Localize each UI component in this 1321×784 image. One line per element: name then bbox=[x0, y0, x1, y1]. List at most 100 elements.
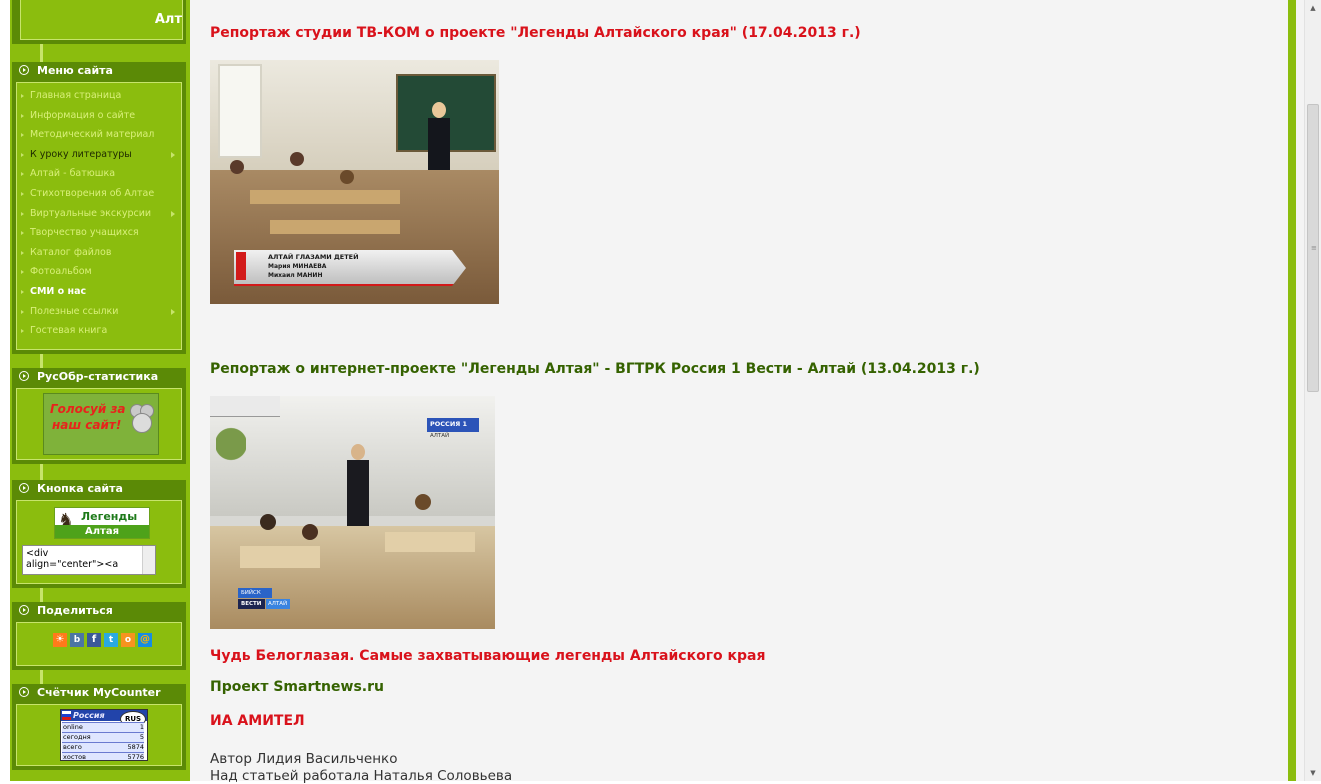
header-title-block: Алт bbox=[12, 0, 186, 44]
site-menu-list: Главная страница Информация о сайте Методи… bbox=[16, 82, 182, 350]
tv-channel-logo bbox=[236, 252, 246, 280]
channel-logo-text: РОССИЯ 1 bbox=[430, 420, 468, 428]
rusobr-header: РусОбр-статистика bbox=[12, 368, 186, 386]
menu-item[interactable]: Гостевая книга bbox=[17, 321, 181, 341]
rusobr-block: РусОбр-статистика Голосуй за наш сайт! bbox=[12, 368, 186, 464]
report2-link[interactable]: Репортаж о интернет-проекте "Легенды Алт… bbox=[210, 361, 980, 377]
counter-body: Россия RUS online 1 сегодня 5 всего 5874 хосто… bbox=[16, 704, 182, 766]
menu-item[interactable]: Главная страница bbox=[17, 86, 181, 106]
twitter-icon[interactable]: t bbox=[104, 633, 118, 647]
counter-title: Счётчик MyCounter bbox=[37, 686, 161, 699]
menu-item[interactable]: Методический материал bbox=[17, 125, 181, 145]
menu-item[interactable]: Фотоальбом bbox=[17, 262, 181, 282]
menu-item[interactable]: Каталог файлов bbox=[17, 243, 181, 263]
embed-code-line2: align="center"><a bbox=[26, 559, 119, 570]
report1-link[interactable]: Репортаж студии ТВ-КОМ о проекте "Легенд… bbox=[210, 25, 861, 41]
circle-arrow-icon bbox=[19, 483, 29, 493]
menu-item-label: К уроку литературы bbox=[30, 148, 132, 160]
report1-video-image[interactable]: АЛТАЙ ГЛАЗАМИ ДЕТЕЙ Мария МИНАЕВА Михаил… bbox=[210, 60, 499, 304]
article-editor: Над статьей работала Наталья Соловьева bbox=[210, 768, 513, 784]
menu-item-label: Алтай - батюшка bbox=[30, 168, 116, 180]
menu-item-label: Виртуальные экскурсии bbox=[30, 207, 152, 219]
menu-item[interactable]: Полезные ссылки bbox=[17, 302, 181, 322]
menu-item[interactable]: Виртуальные экскурсии bbox=[17, 204, 181, 224]
report2-video-image[interactable]: РОССИЯ 1 АЛТАЙ БИЙСК ВЕСТИ АЛТАЙ bbox=[210, 396, 495, 629]
counter-row: хостов 5776 bbox=[62, 752, 144, 761]
menu-item-label: Каталог файлов bbox=[30, 246, 112, 258]
mouse-mascot-icon bbox=[128, 404, 154, 434]
site-logo-line1: Легенды bbox=[81, 510, 138, 523]
rusobr-body: Голосуй за наш сайт! bbox=[16, 388, 182, 460]
site-button-block: Кнопка сайта ♞ Легенды Алтая <div align=… bbox=[12, 480, 186, 588]
tv-channel-logo: РОССИЯ 1 bbox=[427, 418, 479, 432]
sidebar-divider bbox=[190, 0, 204, 781]
share-body: ☀ b f t o @ bbox=[16, 622, 182, 666]
facebook-icon[interactable]: f bbox=[87, 633, 101, 647]
site-menu-title: Меню сайта bbox=[37, 64, 113, 77]
counter-row-label: хостов bbox=[63, 753, 86, 761]
article-link-chud[interactable]: Чудь Белоглазая. Самые захватывающие лег… bbox=[210, 648, 765, 664]
submenu-arrow-icon bbox=[171, 151, 175, 158]
page-scrollbar[interactable]: ▲ ≡ ▼ bbox=[1304, 0, 1321, 781]
odnoklassniki-icon[interactable]: o bbox=[121, 633, 135, 647]
scroll-up-arrow-icon[interactable]: ▲ bbox=[1305, 0, 1321, 16]
share-header: Поделиться bbox=[12, 602, 186, 620]
caption-line3: Михаил МАНИН bbox=[268, 272, 323, 279]
circle-arrow-icon bbox=[19, 687, 29, 697]
article-link-smartnews[interactable]: Проект Smartnews.ru bbox=[210, 679, 384, 695]
counter-row-label: всего bbox=[63, 743, 82, 751]
russia-flag-icon bbox=[62, 711, 71, 720]
window-frame bbox=[210, 396, 280, 417]
counter-row-label: online bbox=[63, 723, 83, 731]
scroll-thumb[interactable]: ≡ bbox=[1307, 104, 1319, 392]
page-margin bbox=[0, 0, 10, 781]
menu-item-label: Полезные ссылки bbox=[30, 305, 119, 317]
vote-banner[interactable]: Голосуй за наш сайт! bbox=[43, 393, 159, 455]
counter-block: Счётчик MyCounter Россия RUS online 1 сего… bbox=[12, 684, 186, 770]
vk-icon[interactable]: b bbox=[70, 633, 84, 647]
submenu-arrow-icon bbox=[171, 210, 175, 217]
channel-region-text: АЛТАЙ bbox=[430, 433, 450, 439]
block-connector bbox=[40, 354, 43, 368]
menu-item[interactable]: СМИ о нас bbox=[17, 282, 181, 302]
right-green-bar bbox=[1288, 0, 1296, 781]
submenu-arrow-icon bbox=[171, 308, 175, 315]
counter-rows: online 1 сегодня 5 всего 5874 хостов 5776 bbox=[62, 722, 144, 760]
share-person-icon[interactable]: ☀ bbox=[53, 633, 67, 647]
menu-item-label: Методический материал bbox=[30, 129, 155, 141]
textarea-scrollbar[interactable] bbox=[142, 546, 155, 574]
circle-arrow-icon bbox=[19, 371, 29, 381]
counter-row-value: 5776 bbox=[127, 753, 144, 761]
article-link-amitel[interactable]: ИА АМИТЕЛ bbox=[210, 713, 305, 729]
menu-item[interactable]: К уроку литературы bbox=[17, 145, 181, 165]
block-connector bbox=[40, 670, 43, 684]
counter-row: online 1 bbox=[62, 722, 144, 732]
mycounter-widget[interactable]: Россия RUS online 1 сегодня 5 всего 5874 хосто… bbox=[60, 709, 148, 761]
menu-item-label: Информация о сайте bbox=[30, 109, 136, 121]
block-connector bbox=[40, 588, 43, 602]
vote-banner-line2: наш сайт! bbox=[52, 418, 122, 432]
menu-item[interactable]: Стихотворения об Алтае bbox=[17, 184, 181, 204]
share-block: Поделиться ☀ b f t o @ bbox=[12, 602, 186, 670]
counter-row-value: 1 bbox=[139, 723, 144, 731]
mail-icon[interactable]: @ bbox=[138, 633, 152, 647]
scroll-down-arrow-icon[interactable]: ▼ bbox=[1305, 765, 1321, 781]
caption-line2: Мария МИНАЕВА bbox=[268, 263, 327, 270]
block-connector bbox=[40, 464, 43, 480]
menu-item-label: Творчество учащихся bbox=[30, 227, 139, 239]
news-tag-region: АЛТАЙ bbox=[266, 599, 290, 609]
site-button-body: ♞ Легенды Алтая <div align="center"><a bbox=[16, 500, 182, 584]
menu-item-label: СМИ о нас bbox=[30, 285, 87, 297]
menu-item[interactable]: Творчество учащихся bbox=[17, 223, 181, 243]
site-menu-header: Меню сайта bbox=[12, 62, 186, 80]
block-connector bbox=[40, 44, 43, 62]
embed-code-textarea[interactable]: <div align="center"><a bbox=[22, 545, 156, 575]
rusobr-title: РусОбр-статистика bbox=[37, 370, 159, 383]
counter-header-text: Россия bbox=[73, 711, 105, 720]
menu-item[interactable]: Алтай - батюшка bbox=[17, 164, 181, 184]
menu-item-label: Стихотворения об Алтае bbox=[30, 187, 155, 199]
site-button-title: Кнопка сайта bbox=[37, 482, 123, 495]
menu-item[interactable]: Информация о сайте bbox=[17, 106, 181, 126]
site-logo-button[interactable]: ♞ Легенды Алтая bbox=[54, 507, 150, 539]
menu-item-label: Главная страница bbox=[30, 90, 122, 101]
